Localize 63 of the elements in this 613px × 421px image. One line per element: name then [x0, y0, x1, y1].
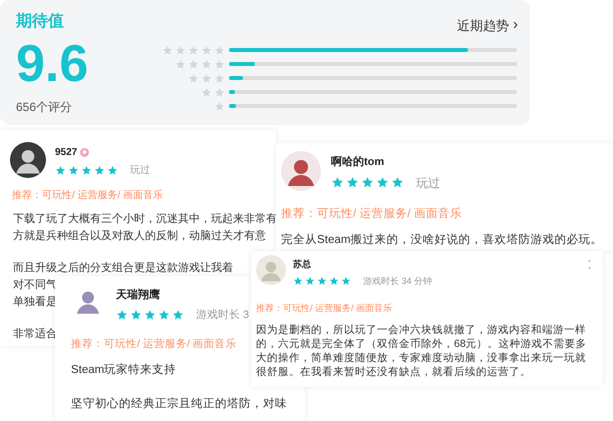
review-meta: 玩过	[130, 164, 150, 178]
avatar-icon	[281, 151, 321, 191]
star-icon	[172, 308, 184, 321]
user-name: 苏总	[293, 258, 311, 271]
user-name: 9527	[55, 146, 78, 160]
user-name: 啊哈的tom	[331, 155, 384, 170]
star-icon	[346, 176, 359, 189]
trend-link[interactable]: 近期趋势 ›	[457, 14, 518, 36]
star-icon	[144, 308, 156, 321]
star-icon	[158, 308, 170, 321]
review-text: 单独看是	[13, 295, 57, 310]
star-icon	[201, 72, 212, 84]
star-icon	[214, 44, 225, 56]
star-icon	[188, 44, 199, 56]
recommend-tags: 推荐：可玩性/ 运营服务/ 画面音乐	[71, 337, 237, 353]
review-text: 因为是删档的，所以玩了一会冲六块钱就撤了，游戏内容和端游一样的，六元就是完全体了（双倍金币除外，68元）。这种游戏不需要多大的操作，简单难度随便放，专家难度动动脑，没事拿出来玩一玩就很舒服。在我看来暂时还没有缺点，就看后续的运营了。	[256, 322, 588, 378]
star-icon	[361, 176, 374, 189]
review-text: 方就是兵种组合以及对敌人的反制，动脑过关才有意	[13, 228, 266, 244]
star-icon	[116, 308, 128, 321]
star-icon	[162, 44, 173, 56]
star-icon	[201, 86, 212, 98]
star-icon	[329, 276, 339, 286]
panel-title: 期待值	[16, 12, 65, 32]
star-icon	[293, 276, 303, 286]
star-icon	[188, 72, 199, 84]
star-icon	[94, 165, 105, 176]
review-meta: 游戏时长 34 分钟	[363, 274, 432, 288]
review-text: 坚守初心的经典正宗且纯正的塔防，对味	[71, 396, 287, 412]
star-icon	[55, 165, 66, 176]
star-icon	[81, 165, 92, 176]
star-icon	[341, 276, 351, 286]
star-icon	[201, 58, 212, 70]
star-icon	[201, 44, 212, 56]
star-icon	[214, 100, 225, 112]
star-icon	[175, 44, 186, 56]
review-text: 非常适合	[13, 327, 57, 342]
star-icon	[214, 86, 225, 98]
star-icon	[331, 176, 344, 189]
star-icon	[376, 176, 389, 189]
recommend-tags: 推荐：可玩性/ 运营服务/ 画面音乐	[256, 302, 392, 316]
star-icon	[214, 72, 225, 84]
star-icon	[391, 176, 404, 189]
star-icon	[188, 58, 199, 70]
rating-count: 656个评分	[16, 99, 74, 116]
review-text: 而且升级之后的分支组合更是这款游戏让我着	[13, 260, 233, 276]
review-text: Steam玩家特来支持	[71, 362, 176, 378]
review-text: 完全从Steam搬过来的，没啥好说的，喜欢塔防游戏的必玩。	[281, 232, 603, 248]
user-name: 天瑞翔鹰	[116, 288, 160, 303]
review-meta: 玩过	[416, 174, 440, 192]
star-icon	[68, 165, 79, 176]
recommend-tags: 推荐：可玩性/ 运营服务/ 画面音乐	[12, 188, 164, 203]
review-meta: 游戏时长 3	[196, 308, 250, 322]
recommend-tags: 推荐：可玩性/ 运营服务/ 画面音乐	[281, 206, 462, 223]
avatar-icon	[10, 142, 46, 178]
star-icon	[214, 58, 225, 70]
star-icon	[107, 165, 118, 176]
more-icon[interactable]	[588, 259, 591, 271]
avatar-icon	[256, 255, 286, 285]
score: 9.6	[16, 38, 90, 90]
star-icon	[317, 276, 327, 286]
star-icon	[305, 276, 315, 286]
star-icon	[130, 308, 142, 321]
star-icon	[175, 58, 186, 70]
